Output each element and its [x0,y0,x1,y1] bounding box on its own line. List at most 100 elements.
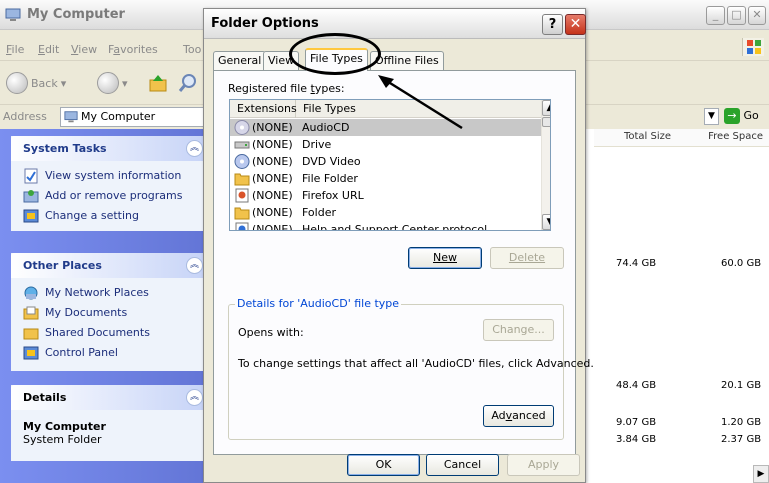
details-group-title: Details for 'AudioCD' file type [235,297,402,310]
task-pane: System Tasks ︽ View system information A… [0,129,208,483]
collapse-chevron-icon[interactable]: ︽ [186,257,203,274]
up-folder-icon [149,75,167,92]
column-free-space[interactable]: Free Space [677,129,769,147]
help-button[interactable]: ? [542,14,563,35]
address-dropdown-button[interactable]: ▼ [704,108,719,125]
place-shared-documents[interactable]: Shared Documents [23,324,207,344]
dvd-icon [234,154,250,169]
cd-audio-icon [234,120,250,135]
search-button[interactable] [177,72,199,94]
tab-general[interactable]: General [213,51,267,70]
address-input[interactable]: My Computer [60,107,210,127]
advanced-note: To change settings that affect all 'Audi… [238,357,594,370]
scroll-down-button[interactable]: ▼ [542,214,550,230]
column-total-size[interactable]: Total Size [594,129,677,147]
maximize-button[interactable]: □ [727,6,746,25]
my-documents-icon [23,306,39,320]
shared-folder-icon [23,328,39,340]
back-arrow-icon [6,72,28,94]
menu-tools[interactable]: Too [183,43,201,56]
annotation-arrow-icon [378,75,463,130]
dialog-close-button[interactable]: ✕ [565,14,586,35]
system-tasks-header[interactable]: System Tasks ︽ [11,136,207,161]
menu-edit[interactable]: Edit [38,43,59,56]
opens-with-label: Opens with: [238,326,304,339]
advanced-button[interactable]: Advanced [483,405,554,427]
windows-logo-icon [742,38,764,56]
details-name: My Computer [23,420,106,433]
task-add-remove-programs[interactable]: Add or remove programs [23,187,207,207]
computer-icon [5,8,21,21]
go-arrow-icon: → [724,108,740,124]
tab-offline-files[interactable]: Offline Files [370,51,444,70]
close-button[interactable]: ✕ [748,6,766,25]
new-button[interactable]: New [408,247,482,269]
go-button[interactable]: → Go [724,108,759,126]
control-panel-icon [23,346,39,360]
details-kind: System Folder [23,433,102,446]
task-change-setting[interactable]: Change a setting [23,207,207,227]
system-info-icon [24,168,38,184]
place-my-documents[interactable]: My Documents [23,304,207,324]
drive-total-size: 74.4 GB [616,258,657,269]
forward-arrow-icon [97,72,119,94]
drive-total-size: 48.4 GB [616,380,657,391]
minimize-button[interactable]: _ [706,6,725,25]
control-panel-icon [23,209,39,223]
forward-button[interactable]: ▾ [97,72,128,94]
back-button[interactable]: Back ▾ [6,72,66,94]
collapse-chevron-icon[interactable]: ︽ [186,389,203,406]
details-header[interactable]: Details ︽ [11,385,207,410]
list-item[interactable]: (NONE) Help and Support Center protocol [230,221,541,230]
address-label: Address [3,110,47,123]
list-item[interactable]: (NONE) Firefox URL [230,187,541,204]
tab-view[interactable]: View [263,51,300,70]
details-panel: Details ︽ My Computer System Folder [11,385,207,461]
registered-file-types-label: Registered file types: [228,82,345,95]
menu-favorites[interactable]: Favorites [108,43,158,56]
scroll-right-button[interactable]: ▶ [753,465,769,483]
scroll-thumb[interactable] [542,117,550,127]
drive-free-space: 20.1 GB [721,380,762,391]
drive-free-space: 60.0 GB [721,258,762,269]
menu-file[interactable]: File [6,43,24,56]
search-icon [178,74,196,92]
up-folder-button[interactable] [147,72,169,94]
computer-icon [64,111,78,123]
url-icon [235,188,249,203]
network-places-icon [24,286,38,300]
dialog-title: Folder Options [211,16,319,31]
apply-button[interactable]: Apply [507,454,580,476]
scroll-up-button[interactable]: ▲ [542,100,550,116]
drive-free-space: 1.20 GB [721,417,762,428]
menu-view[interactable]: View [71,43,97,56]
system-tasks-panel: System Tasks ︽ View system information A… [11,136,207,231]
list-item[interactable]: (NONE) Folder [230,204,541,221]
drive-icon [234,141,250,149]
folder-icon [234,173,250,186]
change-button[interactable]: Change... [483,319,554,341]
dialog-titlebar: Folder Options ? ✕ [204,9,586,39]
place-my-network-places[interactable]: My Network Places [23,284,207,304]
place-control-panel[interactable]: Control Panel [23,344,207,364]
folder-icon [234,207,250,220]
list-item[interactable]: (NONE) File Folder [230,170,541,187]
tab-file-types[interactable]: File Types [305,48,368,71]
other-places-header[interactable]: Other Places ︽ [11,253,207,278]
delete-button[interactable]: Delete [490,247,564,269]
vertical-scrollbar[interactable]: ▲ ▼ [541,100,550,230]
column-extensions[interactable]: Extensions [230,100,297,118]
other-places-panel: Other Places ︽ My Network Places My Docu… [11,253,207,371]
file-type-details-group: Details for 'AudioCD' file type Opens wi… [228,297,594,440]
drive-free-space: 2.37 GB [721,434,762,445]
ok-button[interactable]: OK [347,454,420,476]
collapse-chevron-icon[interactable]: ︽ [186,140,203,157]
drive-total-size: 3.84 GB [616,434,657,445]
task-view-system-information[interactable]: View system information [23,167,207,187]
add-remove-icon [23,190,39,203]
cancel-button[interactable]: Cancel [426,454,499,476]
window-title: My Computer [27,7,125,22]
help-icon [235,222,249,230]
drive-total-size: 9.07 GB [616,417,657,428]
list-item[interactable]: (NONE) DVD Video [230,153,541,170]
